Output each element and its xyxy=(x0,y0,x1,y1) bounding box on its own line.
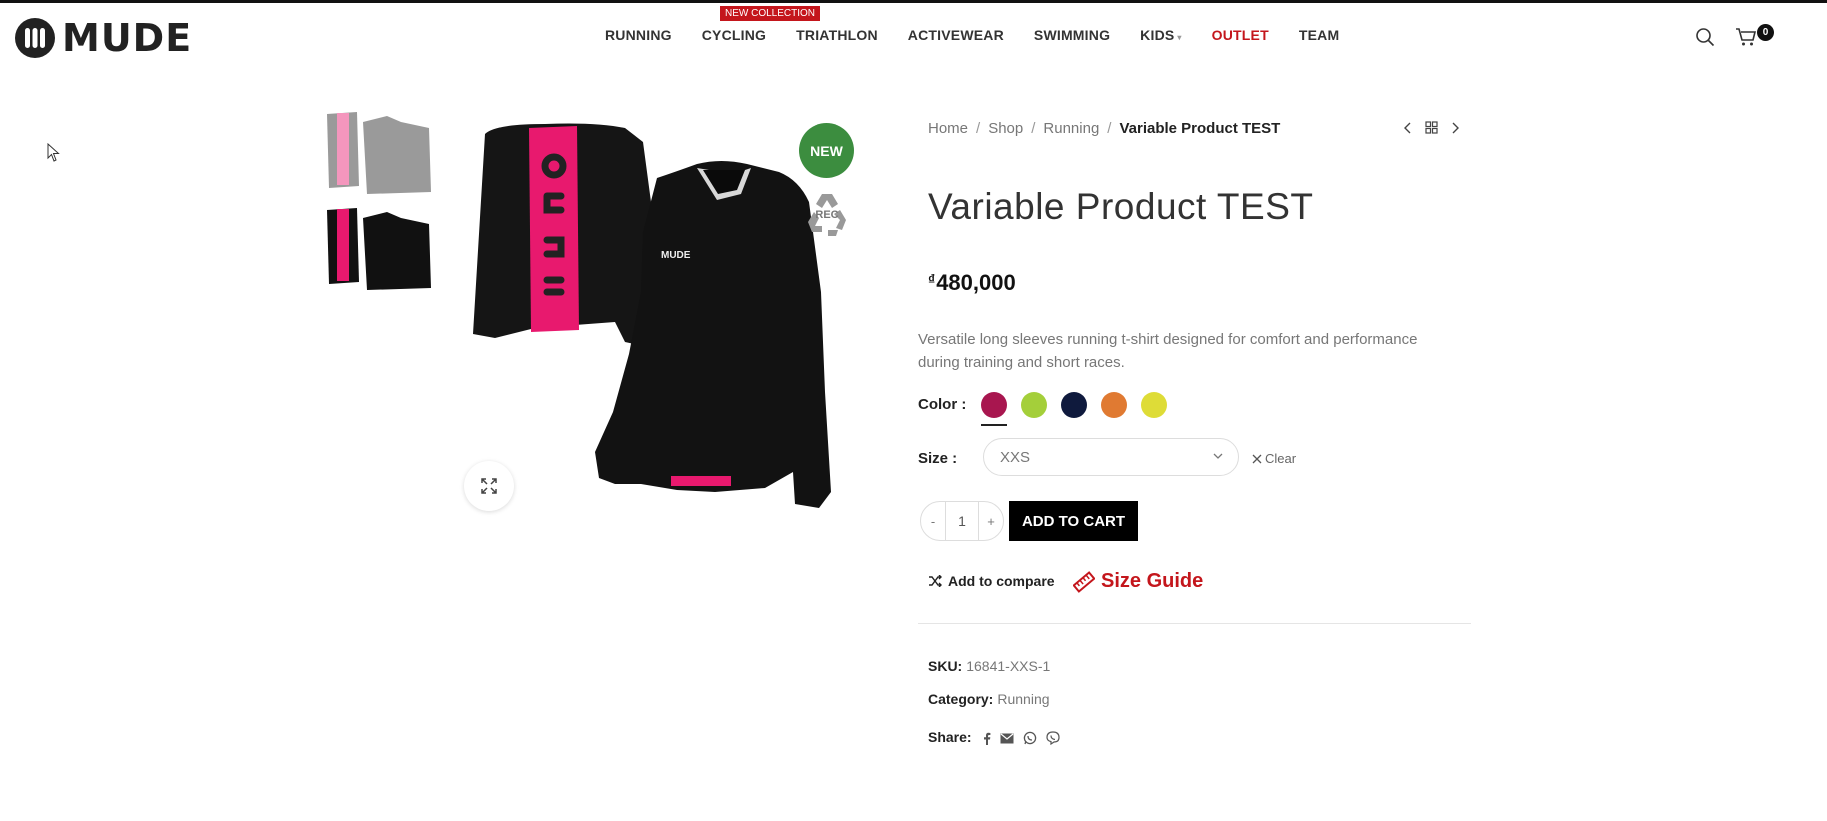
breadcrumb-separator: / xyxy=(1031,120,1036,137)
logo-text: MUDE xyxy=(62,16,193,60)
close-icon xyxy=(1252,454,1262,463)
size-select-value: XXS xyxy=(1000,448,1031,466)
color-swatch-magenta[interactable] xyxy=(981,392,1007,426)
product-navigation xyxy=(1403,121,1474,134)
clear-label: Clear xyxy=(1265,451,1297,466)
facebook-icon[interactable] xyxy=(983,732,991,745)
new-badge: NEW xyxy=(799,123,854,178)
nav-item-activewear[interactable]: ACTIVEWEAR xyxy=(908,27,1004,43)
chevron-left-icon[interactable] xyxy=(1403,122,1411,134)
breadcrumb-running[interactable]: Running xyxy=(1043,120,1099,137)
chevron-right-icon[interactable] xyxy=(1452,122,1460,134)
nav-item-kids[interactable]: KIDS ▾ xyxy=(1140,27,1181,43)
new-collection-badge: NEW COLLECTION xyxy=(720,6,821,21)
size-label: Size : xyxy=(918,450,958,467)
qty-decrease-button[interactable]: - xyxy=(921,502,945,540)
product-price: ₫480,000 xyxy=(928,270,1016,296)
category-label: Category: xyxy=(928,691,994,707)
nav-item-cycling-label: CYCLING xyxy=(701,27,767,43)
breadcrumb: Home / Shop / Running / Variable Product… xyxy=(928,120,1280,137)
product-description: Versatile long sleeves running t-shirt d… xyxy=(918,331,1418,371)
color-swatch-yellow[interactable] xyxy=(1141,392,1167,418)
size-label-text: Size xyxy=(918,450,949,467)
color-label-text: Color xyxy=(918,396,958,413)
category-link[interactable]: Running xyxy=(997,691,1049,707)
nav-item-triathlon[interactable]: TRIATHLON xyxy=(796,27,878,43)
recycled-badge-label: REC xyxy=(815,209,839,221)
viber-icon[interactable] xyxy=(1046,731,1061,746)
sku-row: SKU: 16841-XXS-1 xyxy=(928,658,1050,674)
expand-icon xyxy=(481,478,497,494)
size-select[interactable]: XXS xyxy=(983,438,1239,476)
breadcrumb-separator: / xyxy=(1107,120,1112,137)
logo-mark-icon xyxy=(15,18,55,58)
compare-label: Add to compare xyxy=(948,573,1055,589)
color-swatch-lime[interactable] xyxy=(1021,392,1047,418)
nav-item-running[interactable]: RUNNING xyxy=(605,27,672,43)
mouse-cursor-icon xyxy=(47,143,60,162)
add-to-compare-button[interactable]: Add to compare xyxy=(928,573,1055,589)
site-logo[interactable]: MUDE xyxy=(14,17,192,59)
breadcrumb-current: Variable Product TEST xyxy=(1119,120,1281,137)
size-guide-label: Size Guide xyxy=(1101,570,1204,592)
breadcrumb-home[interactable]: Home xyxy=(928,120,968,137)
cart-icon xyxy=(1736,28,1757,46)
add-to-cart-button[interactable]: ADD TO CART xyxy=(1009,501,1138,541)
category-row: Category: Running xyxy=(928,691,1050,707)
cart-button[interactable]: 0 xyxy=(1735,24,1774,47)
thumbnail-jersey-image xyxy=(323,204,435,292)
clear-button[interactable]: Clear xyxy=(1252,451,1296,466)
svg-text:MUDE: MUDE xyxy=(661,250,691,261)
nav-item-cycling[interactable]: CYCLING xyxy=(702,27,766,43)
recycled-badge: REC xyxy=(800,190,854,240)
price-value: 480,000 xyxy=(936,270,1016,295)
cart-count-badge: 0 xyxy=(1757,24,1774,41)
header-actions: 0 xyxy=(1695,24,1774,47)
nav-item-outlet[interactable]: OUTLET xyxy=(1212,27,1269,43)
qty-input[interactable]: 1 xyxy=(945,502,979,540)
qty-increase-button[interactable]: + xyxy=(979,502,1003,540)
color-swatches xyxy=(981,392,1181,426)
main-product-image[interactable]: MUDE xyxy=(465,112,865,532)
share-label: Share: xyxy=(928,729,972,745)
color-label: Color : xyxy=(918,396,967,413)
sku-label: SKU: xyxy=(928,658,963,674)
thumbnail-jersey-image xyxy=(323,108,435,196)
breadcrumb-shop[interactable]: Shop xyxy=(988,120,1023,137)
zoom-button[interactable] xyxy=(464,461,514,511)
shuffle-icon xyxy=(929,575,942,587)
quantity-stepper: - 1 + xyxy=(920,501,1004,541)
chevron-down-icon: ▾ xyxy=(1177,33,1182,42)
site-header: MUDE RUNNING CYCLING TRIATHLON ACTIVEWEA… xyxy=(0,3,1827,69)
whatsapp-icon[interactable] xyxy=(1023,731,1037,745)
nav-item-kids-label: KIDS xyxy=(1140,27,1175,43)
grid-icon[interactable] xyxy=(1425,121,1438,134)
currency-symbol: ₫ xyxy=(928,271,936,287)
thumbnail-2[interactable] xyxy=(323,204,435,292)
search-icon[interactable] xyxy=(1695,27,1715,47)
ruler-icon xyxy=(1073,570,1095,593)
sku-value: 16841-XXS-1 xyxy=(966,658,1051,674)
thumbnail-list xyxy=(323,108,435,300)
thumbnail-1[interactable] xyxy=(323,108,435,196)
nav-item-swimming[interactable]: SWIMMING xyxy=(1034,27,1110,43)
divider xyxy=(918,623,1471,624)
product-title: Variable Product TEST xyxy=(928,186,1314,227)
color-swatch-navy[interactable] xyxy=(1061,392,1087,418)
size-guide-link[interactable]: Size Guide xyxy=(1073,570,1203,593)
breadcrumb-separator: / xyxy=(976,120,981,137)
nav-item-team[interactable]: TEAM xyxy=(1299,27,1339,43)
share-row: Share: xyxy=(928,729,1069,746)
email-icon[interactable] xyxy=(1000,733,1014,744)
chevron-down-icon xyxy=(1213,453,1223,459)
color-swatch-orange[interactable] xyxy=(1101,392,1127,418)
main-nav: RUNNING CYCLING TRIATHLON ACTIVEWEAR SWI… xyxy=(605,27,1369,43)
